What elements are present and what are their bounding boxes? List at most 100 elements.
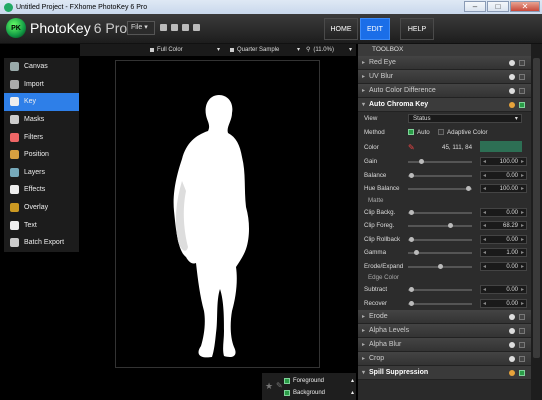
decrement-icon[interactable]: ◂ (483, 222, 486, 230)
param-value-field[interactable]: ◂ 100.00 ▸ (480, 157, 527, 166)
toolbox-scrollbar[interactable] (531, 44, 542, 400)
sidebar-item-overlay[interactable]: Overlay (4, 199, 79, 217)
sidebar-item-import[interactable]: Import (4, 76, 79, 94)
sidebar-item-layers[interactable]: Layers (4, 164, 79, 182)
section-enable-checkbox[interactable] (519, 88, 525, 94)
canvas[interactable] (115, 60, 320, 368)
param-slider[interactable] (408, 300, 472, 306)
decrement-icon[interactable]: ◂ (483, 300, 486, 308)
reset-icon[interactable] (509, 102, 515, 108)
reset-icon[interactable] (509, 88, 515, 94)
decrement-icon[interactable]: ◂ (483, 249, 486, 257)
increment-icon[interactable]: ▸ (521, 222, 524, 230)
sidebar-item-batch-export[interactable]: Batch Export (4, 234, 79, 252)
reset-icon[interactable] (509, 342, 515, 348)
param-slider[interactable] (408, 287, 472, 292)
slider-knob[interactable] (409, 236, 415, 242)
param-value-field[interactable]: ◂ 0.00 ▸ (480, 234, 527, 244)
spill-suppression-section[interactable]: ▾ Spill Suppression (358, 366, 531, 380)
section-enable-checkbox[interactable] (519, 328, 525, 334)
section-enable-checkbox[interactable] (519, 314, 525, 320)
slider-knob[interactable] (409, 172, 415, 178)
background-layer-row[interactable]: Background ▴ (284, 387, 354, 398)
increment-icon[interactable]: ▸ (521, 263, 524, 271)
increment-icon[interactable]: ▸ (521, 249, 524, 257)
param-value-field[interactable]: ◂ 100.00 ▸ (480, 184, 527, 193)
section-auto-color-difference[interactable]: ▸ Auto Color Difference (358, 84, 531, 98)
sidebar-item-filters[interactable]: Filters (4, 128, 79, 146)
increment-icon[interactable]: ▸ (521, 172, 524, 180)
foreground-layer-row[interactable]: Foreground ▴ (284, 375, 354, 386)
print-icon[interactable] (193, 24, 200, 31)
slider-knob[interactable] (413, 250, 419, 255)
maximize-button[interactable]: □ (487, 1, 509, 12)
open-icon[interactable] (171, 24, 178, 31)
foreground-up-icon[interactable]: ▴ (351, 377, 354, 384)
home-button[interactable]: HOME (324, 18, 358, 40)
scrollbar-thumb[interactable] (533, 58, 540, 358)
param-value-field[interactable]: ◂ 1.00 ▸ (480, 248, 527, 257)
section-enable-checkbox[interactable] (519, 74, 525, 80)
file-menu-button[interactable]: File ▾ (127, 21, 155, 35)
tag-icon[interactable]: ✎ (276, 381, 283, 390)
section-crop[interactable]: ▸ Crop (358, 352, 531, 366)
reset-icon[interactable] (509, 370, 515, 376)
slider-knob[interactable] (409, 300, 415, 306)
sidebar-item-effects[interactable]: Effects (4, 181, 79, 199)
foreground-checkbox[interactable] (284, 377, 290, 384)
sidebar-item-masks[interactable]: Masks (4, 111, 79, 129)
param-slider[interactable] (408, 263, 472, 269)
param-value-field[interactable]: ◂ 68.29 ▸ (480, 221, 527, 230)
section-alpha-levels[interactable]: ▸ Alpha Levels (358, 324, 531, 338)
section-enable-checkbox[interactable] (519, 356, 525, 362)
slider-knob[interactable] (465, 186, 471, 191)
auto-checkbox[interactable] (408, 129, 414, 136)
sidebar-item-canvas[interactable]: Canvas (4, 58, 79, 76)
section-enable-checkbox[interactable] (519, 342, 525, 348)
slider-knob[interactable] (437, 263, 443, 269)
param-value-field[interactable]: ◂ 0.00 ▸ (480, 298, 527, 308)
sidebar-item-text[interactable]: Text (4, 216, 79, 234)
decrement-icon[interactable]: ◂ (483, 158, 486, 166)
section-enable-checkbox[interactable] (519, 370, 525, 376)
reset-icon[interactable] (509, 328, 515, 334)
save-icon[interactable] (160, 24, 167, 31)
reset-icon[interactable] (509, 314, 515, 320)
color-mode-dropdown[interactable]: Full Color ▾ (150, 44, 220, 56)
slider-knob[interactable] (448, 223, 454, 228)
param-slider[interactable] (408, 186, 472, 191)
decrement-icon[interactable]: ◂ (483, 209, 486, 217)
param-value-field[interactable]: ◂ 0.00 ▸ (480, 170, 527, 180)
param-slider[interactable] (408, 236, 472, 242)
background-up-icon[interactable]: ▴ (351, 389, 354, 396)
decrement-icon[interactable]: ◂ (483, 185, 486, 193)
zoom-dropdown[interactable]: ⚲ (11.0%) ▾ (306, 44, 352, 56)
view-dropdown[interactable]: Status ▾ (408, 114, 522, 123)
reset-icon[interactable] (509, 356, 515, 362)
export-icon[interactable] (182, 24, 189, 31)
section-uv-blur[interactable]: ▸ UV Blur (358, 70, 531, 84)
param-slider[interactable] (408, 172, 472, 178)
increment-icon[interactable]: ▸ (521, 300, 524, 308)
increment-icon[interactable]: ▸ (521, 209, 524, 217)
reset-icon[interactable] (509, 60, 515, 66)
slider-knob[interactable] (409, 287, 415, 292)
sidebar-item-position[interactable]: Position (4, 146, 79, 164)
param-value-field[interactable]: ◂ 0.00 ▸ (480, 207, 527, 217)
reset-icon[interactable] (509, 74, 515, 80)
eyedropper-icon[interactable]: ✎ (408, 143, 415, 152)
param-slider[interactable] (408, 223, 472, 228)
decrement-icon[interactable]: ◂ (483, 236, 486, 244)
adaptive-checkbox[interactable] (438, 129, 444, 136)
increment-icon[interactable]: ▸ (521, 236, 524, 244)
slider-knob[interactable] (409, 209, 415, 215)
increment-icon[interactable]: ▸ (521, 286, 524, 294)
section-erode[interactable]: ▸ Erode (358, 310, 531, 324)
slider-knob[interactable] (418, 159, 424, 164)
section-red-eye[interactable]: ▸ Red Eye (358, 56, 531, 70)
param-slider[interactable] (408, 250, 472, 255)
increment-icon[interactable]: ▸ (521, 158, 524, 166)
help-button[interactable]: HELP (400, 18, 434, 40)
param-value-field[interactable]: ◂ 0.00 ▸ (480, 285, 527, 294)
auto-chroma-key-section[interactable]: ▾ Auto Chroma Key (358, 98, 531, 112)
